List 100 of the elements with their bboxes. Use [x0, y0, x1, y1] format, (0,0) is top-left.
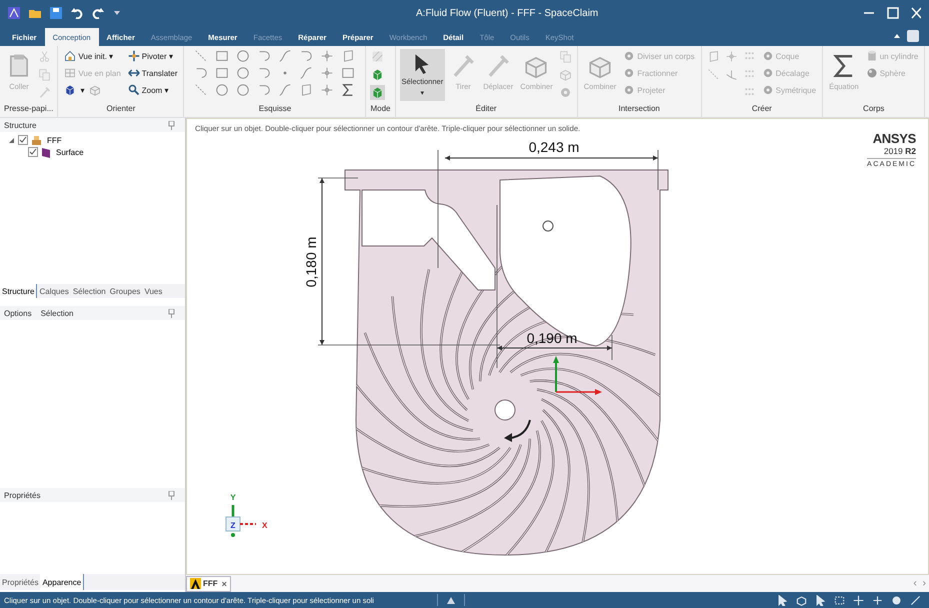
- pin-icon[interactable]: [168, 490, 175, 500]
- checkbox[interactable]: [18, 135, 28, 145]
- panel-title: Propriétés: [4, 490, 40, 500]
- cursor-icon[interactable]: [777, 594, 788, 606]
- cube-icon: [371, 68, 384, 81]
- document-tab[interactable]: FFF ×: [186, 576, 231, 592]
- move-icon: [128, 50, 140, 62]
- axis-label: Z: [230, 521, 236, 530]
- group-label: Presse-papi...: [4, 104, 54, 115]
- panel-title: Sélection: [40, 308, 74, 318]
- window-title: A:Fluid Flow (Fluent) - FFF - SpaceClaim: [416, 8, 600, 18]
- scissors-icon: [38, 50, 51, 63]
- curve-icon[interactable]: [278, 49, 292, 63]
- panel-tab[interactable]: Apparence: [40, 574, 84, 590]
- save-icon[interactable]: [50, 7, 62, 19]
- group-label: Intersection: [617, 104, 661, 115]
- surface-icon: [41, 146, 51, 158]
- cube-icon: [64, 84, 76, 96]
- dimension-label: 0,180 m: [303, 236, 319, 288]
- rectangle-icon[interactable]: [341, 66, 356, 80]
- sigma-icon[interactable]: [341, 83, 356, 97]
- arc-icon[interactable]: [257, 83, 272, 97]
- plane-icon[interactable]: [299, 83, 314, 97]
- tree-item[interactable]: FFF: [47, 136, 62, 144]
- gear-icon: [623, 84, 636, 96]
- curve-icon[interactable]: [278, 83, 292, 97]
- group-label: Éditer: [474, 104, 498, 115]
- ribbon-button[interactable]: Vue init. ▾: [62, 49, 123, 63]
- double-arrow-icon: [128, 67, 140, 79]
- cursor-icon[interactable]: [815, 594, 826, 606]
- rectangle-icon[interactable]: [215, 66, 230, 80]
- arc-icon[interactable]: [299, 49, 314, 63]
- circle-icon[interactable]: [236, 49, 250, 63]
- document-type-icon: [190, 578, 201, 589]
- panel-tab[interactable]: Structure: [0, 284, 38, 298]
- close-icon[interactable]: [911, 7, 921, 19]
- dropdown-icon[interactable]: [113, 9, 121, 17]
- group-label: Créer: [750, 104, 773, 115]
- gear-icon: [762, 67, 774, 79]
- sphere-icon[interactable]: [891, 594, 902, 606]
- panel-tab[interactable]: Propriétés: [0, 574, 40, 590]
- checkbox[interactable]: [28, 147, 38, 157]
- magnifier-icon: [128, 84, 140, 96]
- undo-icon[interactable]: [71, 7, 83, 19]
- triangle-icon[interactable]: [446, 595, 456, 605]
- panel-title: Options: [4, 308, 32, 318]
- pin-icon[interactable]: [168, 120, 175, 130]
- ribbon-button[interactable]: Translater: [126, 66, 180, 80]
- crosshair-icon[interactable]: [320, 66, 334, 80]
- ribbon-button[interactable]: Pivoter ▾: [126, 49, 180, 63]
- collapse-icon[interactable]: [893, 32, 901, 40]
- rectangle-icon[interactable]: [834, 594, 845, 606]
- scroll-button[interactable]: ›: [920, 578, 929, 589]
- curve-icon[interactable]: [299, 66, 314, 80]
- arc-icon[interactable]: [257, 66, 272, 80]
- panel-tab[interactable]: Sélection: [70, 284, 108, 298]
- app-icon[interactable]: [8, 7, 20, 19]
- redo-icon[interactable]: [92, 7, 104, 19]
- grid-icon: [64, 67, 76, 79]
- panel-title: Structure: [4, 120, 36, 130]
- gear-icon: [623, 67, 636, 79]
- gear-icon: [558, 86, 572, 99]
- hatch-icon: [371, 50, 384, 63]
- crosshair-icon[interactable]: [320, 83, 334, 97]
- ribbon-button[interactable]: Zoom ▾: [126, 83, 180, 97]
- plane-icon[interactable]: [341, 49, 356, 63]
- arc-icon[interactable]: [257, 49, 272, 63]
- coordinate-axes-icon: [553, 356, 602, 395]
- dimension-label: 0,243 m: [528, 139, 580, 155]
- pin-icon[interactable]: [168, 308, 175, 318]
- rectangle-icon[interactable]: [215, 49, 230, 63]
- expander-icon[interactable]: [8, 136, 15, 144]
- panel-tab[interactable]: Vues: [142, 284, 164, 298]
- tool-button[interactable]: [370, 85, 386, 100]
- line-icon: [706, 68, 720, 81]
- logo-text: ANSYS: [872, 131, 916, 146]
- view-split-button[interactable]: ▾: [62, 83, 123, 97]
- panel-tab[interactable]: Groupes: [108, 284, 142, 298]
- axis-label: X: [262, 521, 268, 530]
- brush-icon: [38, 86, 51, 99]
- crosshair-icon[interactable]: [320, 49, 334, 63]
- arc-icon[interactable]: [194, 66, 208, 80]
- gear-icon: [762, 50, 774, 62]
- move-icon[interactable]: [853, 594, 864, 606]
- house-icon: [64, 50, 76, 62]
- maximize-icon[interactable]: [887, 7, 899, 19]
- gear-icon: [762, 84, 774, 96]
- group-label: Mode: [370, 104, 390, 115]
- circle-icon[interactable]: [236, 83, 250, 97]
- dimension-label: 0,190 m: [526, 330, 578, 346]
- copy-icon: [558, 50, 572, 63]
- circle-icon[interactable]: [236, 66, 250, 80]
- panel-tab[interactable]: Calques: [37, 284, 71, 298]
- circle-icon[interactable]: [215, 83, 230, 97]
- scroll-button[interactable]: ‹: [910, 578, 920, 589]
- axis-triad-icon: [226, 505, 256, 537]
- axes-icon: [724, 68, 738, 81]
- folder-icon[interactable]: [29, 7, 41, 19]
- axis-label: Y: [230, 493, 236, 502]
- tree-item[interactable]: Surface: [56, 148, 84, 156]
